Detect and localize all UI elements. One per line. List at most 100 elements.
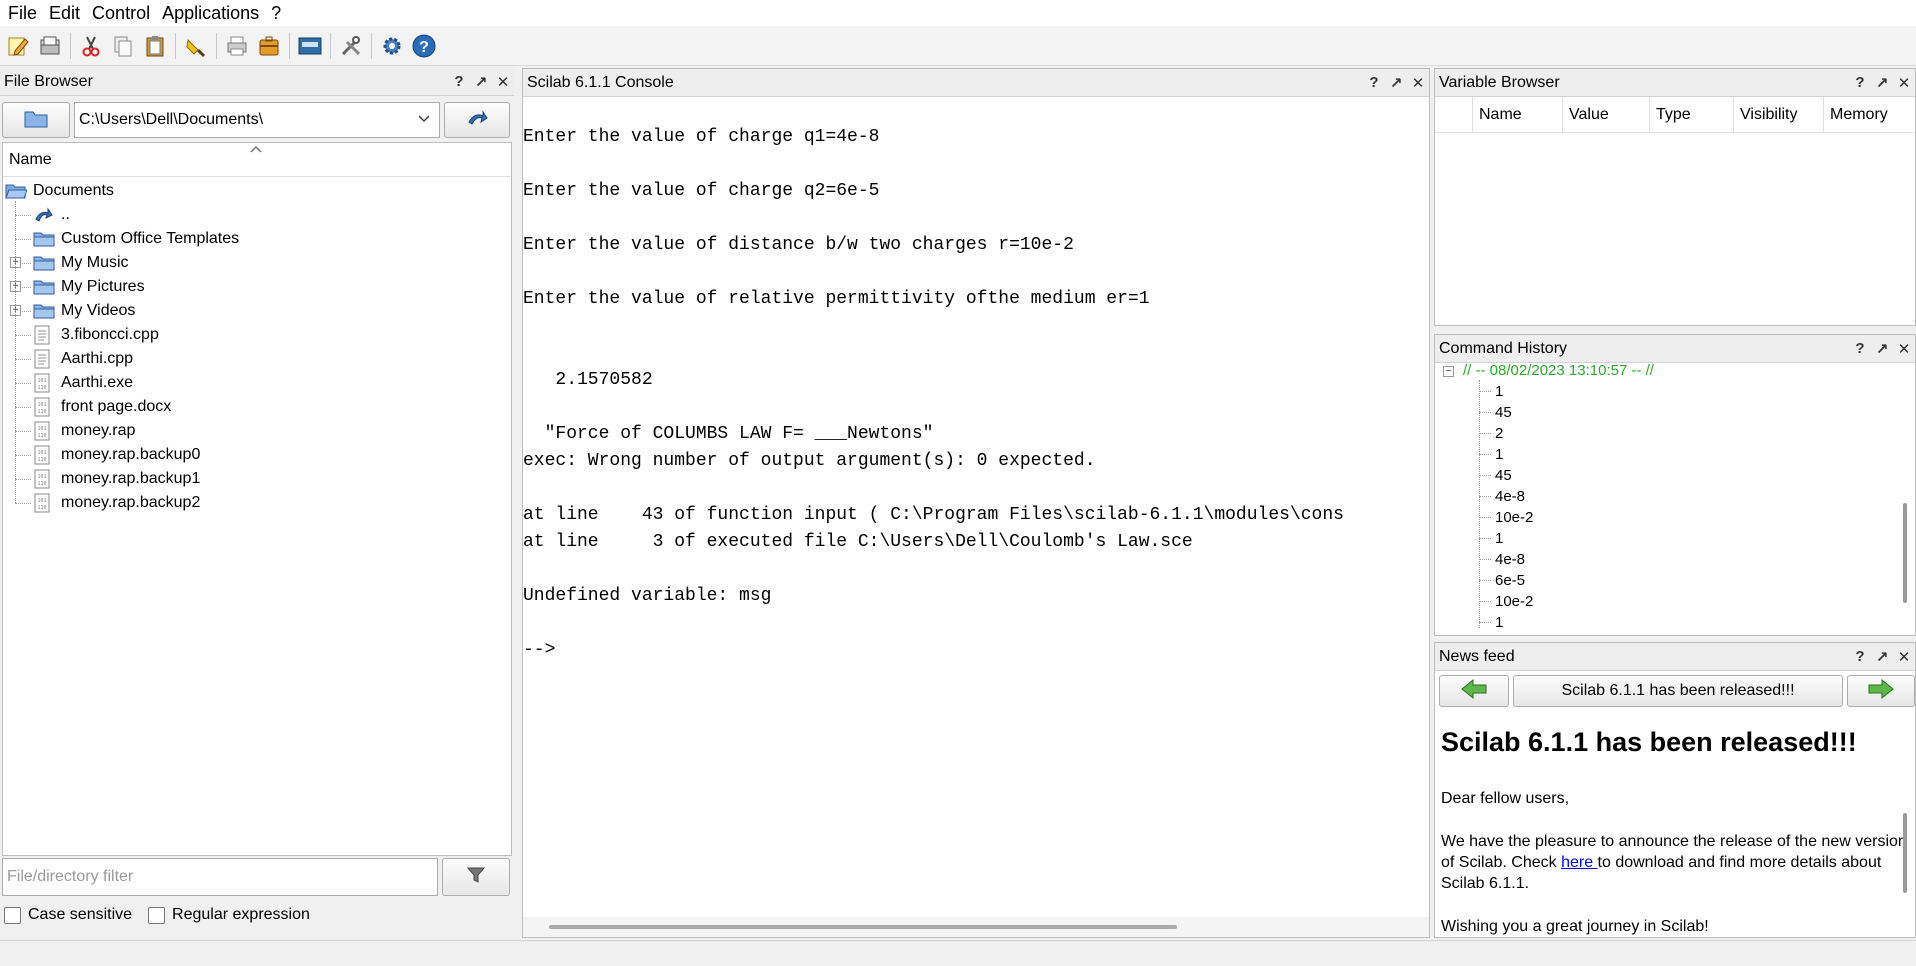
console-line: at line 43 of function input ( C:\Progra… bbox=[523, 505, 1344, 525]
tree-item[interactable]: 101 110 money.rap.backup2 bbox=[33, 491, 200, 515]
menu-control[interactable]: Control bbox=[86, 1, 156, 25]
column-header-name[interactable]: Name bbox=[1473, 97, 1563, 133]
help-button[interactable]: ? bbox=[1363, 74, 1385, 91]
undock-button[interactable]: ↗ bbox=[1385, 74, 1407, 92]
history-tree: − // -- 08/02/2023 13:10:57 -- // 1 45 2 1 4… bbox=[1435, 363, 1915, 635]
cut-icon[interactable] bbox=[77, 32, 105, 60]
tree-item[interactable]: Custom Office Templates bbox=[33, 227, 239, 251]
paste-icon[interactable] bbox=[141, 32, 169, 60]
tree-item[interactable]: My Pictures bbox=[33, 275, 145, 299]
menu-help[interactable]: ? bbox=[265, 1, 287, 25]
scrollbar-thumb[interactable] bbox=[549, 925, 1177, 929]
apply-filter-button[interactable] bbox=[442, 858, 510, 896]
print-icon[interactable] bbox=[223, 32, 251, 60]
history-entry[interactable]: 4e-8 bbox=[1495, 549, 1525, 570]
undock-button[interactable]: ↗ bbox=[1871, 648, 1893, 666]
close-button[interactable]: ✕ bbox=[1407, 74, 1429, 92]
tree-item[interactable]: 101 110 money.rap.backup1 bbox=[33, 467, 200, 491]
column-header-type[interactable]: Type bbox=[1650, 97, 1734, 133]
tree-item[interactable]: 101 110 front page.docx bbox=[33, 395, 171, 419]
previous-news-button[interactable] bbox=[1439, 675, 1509, 707]
column-header-value[interactable]: Value bbox=[1563, 97, 1650, 133]
help-button[interactable]: ? bbox=[448, 73, 470, 90]
tree-item[interactable]: .. bbox=[33, 203, 70, 227]
toolbar-separator bbox=[70, 32, 71, 59]
history-entry[interactable]: 10e-2 bbox=[1495, 591, 1533, 612]
history-entry[interactable]: 4e-8 bbox=[1495, 486, 1525, 507]
tree-item[interactable]: My Videos bbox=[33, 299, 135, 323]
menu-edit[interactable]: Edit bbox=[43, 1, 86, 25]
history-entry[interactable]: 1 bbox=[1495, 612, 1503, 633]
svg-text:101: 101 bbox=[37, 450, 46, 456]
help-button[interactable]: ? bbox=[1849, 340, 1871, 357]
news-feed-titlebar: News feed ? ↗ ✕ bbox=[1435, 643, 1915, 671]
tree-item[interactable]: Aarthi.cpp bbox=[33, 347, 133, 371]
help-icon[interactable]: ? bbox=[410, 32, 438, 60]
variable-browser-icon[interactable] bbox=[296, 32, 324, 60]
svg-text:110: 110 bbox=[37, 505, 46, 511]
vertical-scrollbar[interactable] bbox=[1903, 813, 1907, 893]
column-header-name[interactable]: Name bbox=[3, 143, 511, 177]
history-entry[interactable]: 45 bbox=[1495, 402, 1512, 423]
history-entry[interactable]: 1 bbox=[1495, 381, 1503, 402]
column-header-visibility[interactable]: Visibility bbox=[1734, 97, 1824, 133]
copy-icon[interactable] bbox=[109, 32, 137, 60]
path-combobox[interactable]: C:\Users\Dell\Documents\ bbox=[74, 102, 440, 138]
undock-button[interactable]: ↗ bbox=[1871, 74, 1893, 92]
help-button[interactable]: ? bbox=[1849, 648, 1871, 665]
history-session-header[interactable]: // -- 08/02/2023 13:10:57 -- // bbox=[1463, 363, 1654, 381]
svg-text:110: 110 bbox=[37, 481, 46, 487]
next-news-button[interactable] bbox=[1847, 675, 1915, 707]
column-header-memory[interactable]: Memory bbox=[1824, 97, 1914, 133]
download-link[interactable]: here bbox=[1561, 854, 1597, 871]
history-entry[interactable]: 10e-2 bbox=[1495, 507, 1533, 528]
collapse-toggle[interactable]: − bbox=[1443, 366, 1454, 377]
close-button[interactable]: ✕ bbox=[1893, 74, 1915, 92]
console-line: Enter the value of charge q2=6e-5 bbox=[523, 181, 880, 201]
open-suitcase-icon[interactable] bbox=[255, 32, 283, 60]
history-entry[interactable]: 45 bbox=[1495, 465, 1512, 486]
file-filter-input[interactable]: File/directory filter bbox=[2, 858, 438, 896]
menu-file[interactable]: File bbox=[2, 1, 43, 25]
tree-item[interactable]: 101 110 Aarthi.exe bbox=[33, 371, 133, 395]
parent-directory-button[interactable] bbox=[444, 102, 510, 138]
variable-browser-titlebar: Variable Browser ? ↗ ✕ bbox=[1435, 69, 1915, 97]
tree-root-documents[interactable]: Documents bbox=[5, 179, 114, 203]
close-button[interactable]: ✕ bbox=[492, 73, 514, 91]
regular-expression-checkbox[interactable] bbox=[148, 906, 166, 924]
tree-item-label: Documents bbox=[33, 182, 114, 199]
history-entry[interactable]: 6e-5 bbox=[1495, 570, 1525, 591]
tree-item[interactable]: My Music bbox=[33, 251, 129, 275]
toolbar: ? bbox=[0, 26, 1916, 66]
history-entry[interactable]: 1 bbox=[1495, 528, 1503, 549]
horizontal-scrollbar[interactable] bbox=[523, 917, 1429, 937]
news-item-title[interactable]: Scilab 6.1.1 has been released!!! bbox=[1513, 675, 1843, 707]
vertical-scrollbar[interactable] bbox=[1903, 503, 1907, 603]
open-file-icon[interactable] bbox=[36, 32, 64, 60]
toolbar-separator bbox=[371, 32, 372, 59]
close-button[interactable]: ✕ bbox=[1893, 340, 1915, 358]
history-entry[interactable]: 1 bbox=[1495, 444, 1503, 465]
history-entry[interactable]: 2 bbox=[1495, 423, 1503, 444]
tree-line bbox=[15, 359, 31, 360]
select-directory-button[interactable] bbox=[2, 102, 70, 138]
tree-item-label: money.rap bbox=[61, 422, 136, 439]
undock-button[interactable]: ↗ bbox=[1871, 340, 1893, 358]
console-prompt[interactable]: --> bbox=[523, 640, 555, 660]
menu-applications[interactable]: Applications bbox=[156, 1, 265, 25]
tree-item[interactable]: 3.fiboncci.cpp bbox=[33, 323, 159, 347]
tools-icon[interactable] bbox=[337, 32, 365, 60]
tree-item-label: money.rap.backup0 bbox=[61, 446, 201, 463]
tree-line bbox=[15, 383, 31, 384]
tree-line bbox=[1479, 496, 1491, 497]
help-button[interactable]: ? bbox=[1849, 74, 1871, 91]
close-button[interactable]: ✕ bbox=[1893, 648, 1915, 666]
case-sensitive-checkbox[interactable] bbox=[4, 906, 21, 924]
tree-item[interactable]: 101 110 money.rap.backup0 bbox=[33, 443, 200, 467]
clear-console-icon[interactable] bbox=[182, 32, 210, 60]
new-script-icon[interactable] bbox=[4, 32, 32, 60]
gear-icon[interactable] bbox=[378, 32, 406, 60]
console-output[interactable]: Enter the value of charge q1=4e-8 Enter … bbox=[523, 97, 1429, 937]
tree-item[interactable]: 101 110 money.rap bbox=[33, 419, 135, 443]
undock-button[interactable]: ↗ bbox=[470, 73, 492, 91]
